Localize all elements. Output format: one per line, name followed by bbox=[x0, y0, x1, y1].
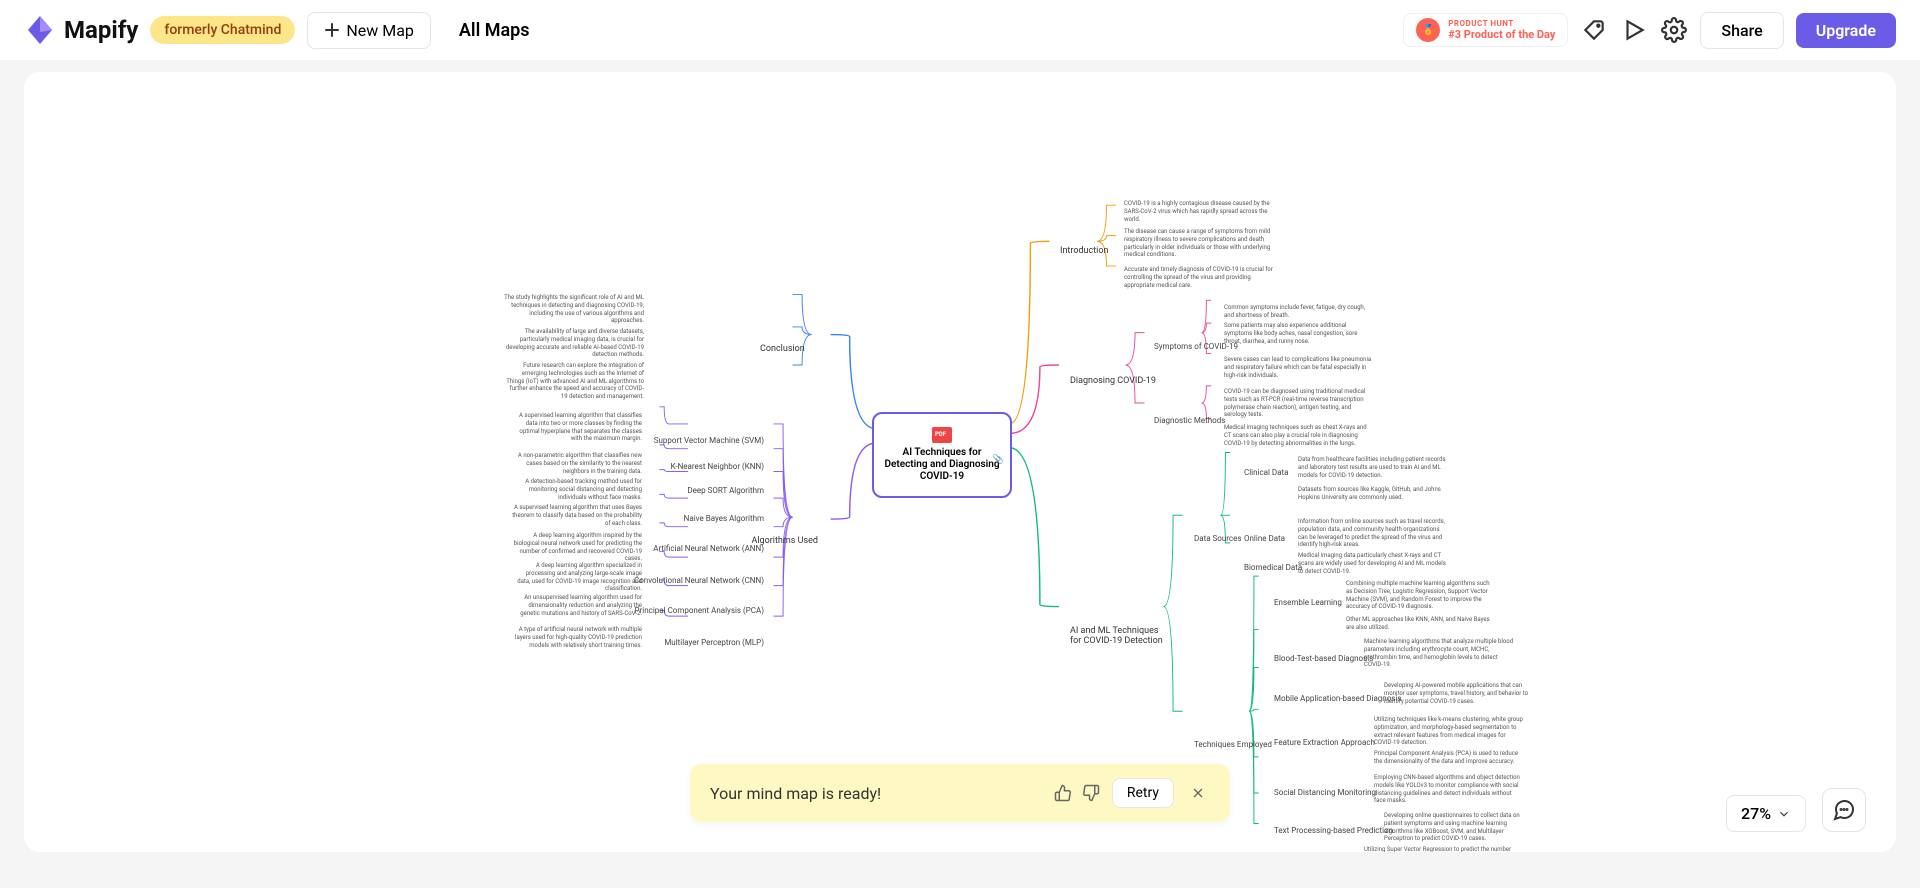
canvas[interactable]: AI Techniques for Detecting and Diagnosi… bbox=[24, 72, 1896, 852]
leaf[interactable]: Combining multiple machine learning algo… bbox=[1346, 580, 1496, 611]
leaf[interactable]: The disease can cause a range of symptom… bbox=[1124, 228, 1274, 259]
leaf[interactable]: A detection-based tracking method used f… bbox=[512, 478, 642, 501]
sub-feature[interactable]: Feature Extraction Approach bbox=[1274, 738, 1375, 747]
branch-conclusion[interactable]: Conclusion bbox=[754, 342, 804, 356]
leaf[interactable]: Employing CNN-based algorithms and objec… bbox=[1374, 774, 1524, 805]
sub-social[interactable]: Social Distancing Monitoring bbox=[1274, 788, 1376, 797]
sub-clinical[interactable]: Clinical Data bbox=[1244, 468, 1289, 477]
sub-cnn[interactable]: Convolutional Neural Network (CNN) bbox=[634, 576, 764, 585]
attachment-icon: 📎 bbox=[993, 455, 1004, 465]
zoom-value: 27% bbox=[1741, 804, 1771, 823]
leaf[interactable]: Datasets from sources like Kaggle, GitHu… bbox=[1298, 486, 1448, 502]
sub-mobile[interactable]: Mobile Application-based Diagnosis bbox=[1274, 694, 1401, 703]
pdf-icon bbox=[932, 427, 952, 443]
branch-introduction[interactable]: Introduction bbox=[1054, 244, 1114, 258]
leaf[interactable]: A deep learning algorithm inspired by th… bbox=[512, 532, 642, 563]
leaf[interactable]: Machine learning algorithms that analyze… bbox=[1364, 638, 1514, 669]
share-button[interactable]: Share bbox=[1700, 12, 1783, 49]
upgrade-button[interactable]: Upgrade bbox=[1796, 13, 1896, 48]
leaf[interactable]: COVID-19 is a highly contagious disease … bbox=[1124, 200, 1274, 223]
leaf[interactable]: A supervised learning algorithm that cla… bbox=[512, 412, 642, 443]
gear-icon[interactable] bbox=[1660, 16, 1688, 44]
sub-svm[interactable]: Support Vector Machine (SVM) bbox=[654, 436, 764, 445]
leaf[interactable]: Common symptoms include fever, fatigue, … bbox=[1224, 304, 1374, 320]
leaf[interactable]: Future research can explore the integrat… bbox=[504, 362, 644, 401]
sub-online[interactable]: Online Data bbox=[1244, 534, 1285, 543]
thumbs-down-icon[interactable] bbox=[1082, 784, 1100, 802]
sub-biomedical[interactable]: Biomedical Data bbox=[1244, 563, 1302, 572]
leaf[interactable]: A type of artificial neural network with… bbox=[512, 626, 642, 649]
center-title: AI Techniques for Detecting and Diagnosi… bbox=[882, 447, 1002, 483]
sub-knn[interactable]: K-Nearest Neighbor (KNN) bbox=[671, 462, 764, 471]
all-maps-button[interactable]: All Maps bbox=[443, 12, 546, 49]
leaf[interactable]: Utilizing Super Vector Regression to pre… bbox=[1364, 846, 1514, 852]
branch-diagnosing[interactable]: Diagnosing COVID-19 bbox=[1064, 374, 1162, 388]
leaf[interactable]: Medical imaging data particularly chest … bbox=[1298, 552, 1448, 575]
leaf[interactable]: Principal Component Analysis (PCA) is us… bbox=[1374, 750, 1524, 766]
chevron-down-icon bbox=[1777, 807, 1791, 821]
leaf[interactable]: Severe cases can lead to complications l… bbox=[1224, 356, 1374, 379]
leaf[interactable]: Information from online sources such as … bbox=[1298, 518, 1448, 549]
center-node[interactable]: AI Techniques for Detecting and Diagnosi… bbox=[872, 412, 1012, 498]
zoom-control[interactable]: 27% bbox=[1726, 795, 1806, 832]
new-map-label: New Map bbox=[346, 21, 414, 40]
tag-icon[interactable] bbox=[1580, 16, 1608, 44]
product-hunt-badge[interactable]: 🏅 PRODUCT HUNT #3 Product of the Day bbox=[1403, 13, 1568, 47]
logo-text: Mapify bbox=[64, 16, 138, 44]
plus-icon bbox=[324, 22, 340, 38]
sub-ann[interactable]: Artificial Neural Network (ANN) bbox=[653, 544, 764, 553]
sub-diagnostic-methods[interactable]: Diagnostic Methods bbox=[1154, 416, 1225, 425]
leaf[interactable]: Some patients may also experience additi… bbox=[1224, 322, 1374, 345]
sub-pca[interactable]: Principal Component Analysis (PCA) bbox=[635, 606, 764, 615]
sub-blood[interactable]: Blood-Test-based Diagnosis bbox=[1274, 654, 1373, 663]
leaf[interactable]: Other ML approaches like KNN, ANN, and N… bbox=[1346, 616, 1496, 632]
mapify-logo-icon bbox=[24, 14, 56, 46]
leaf[interactable]: COVID-19 can be diagnosed using traditio… bbox=[1224, 388, 1374, 419]
leaf[interactable]: The study highlights the significant rol… bbox=[504, 294, 644, 325]
leaf[interactable]: Developing AI-powered mobile application… bbox=[1384, 682, 1534, 705]
thumbs-up-icon[interactable] bbox=[1054, 784, 1072, 802]
leaf[interactable]: An unsupervised learning algorithm used … bbox=[512, 594, 642, 617]
sub-text[interactable]: Text Processing-based Prediction bbox=[1274, 826, 1393, 835]
play-icon[interactable] bbox=[1620, 16, 1648, 44]
sub-ensemble[interactable]: Ensemble Learning bbox=[1274, 598, 1342, 607]
leaf[interactable]: The availability of large and diverse da… bbox=[504, 328, 644, 359]
leaf[interactable]: Accurate and timely diagnosis of COVID-1… bbox=[1124, 266, 1274, 289]
logo[interactable]: Mapify bbox=[24, 14, 138, 46]
sub-techniques[interactable]: Techniques Employed bbox=[1194, 740, 1272, 749]
leaf[interactable]: Developing online questionnaires to coll… bbox=[1384, 812, 1534, 843]
leaf[interactable]: A supervised learning algorithm that use… bbox=[512, 504, 642, 527]
sub-deepsort[interactable]: Deep SORT Algorithm bbox=[687, 486, 764, 495]
sub-nb[interactable]: Naive Bayes Algorithm bbox=[684, 514, 764, 523]
formerly-badge: formerly Chatmind bbox=[150, 16, 295, 44]
toast-text: Your mind map is ready! bbox=[710, 784, 1042, 803]
leaf[interactable]: A non-parametric algorithm that classifi… bbox=[512, 452, 642, 475]
ready-toast: Your mind map is ready! Retry bbox=[690, 764, 1230, 822]
new-map-button[interactable]: New Map bbox=[307, 12, 431, 49]
sub-data-sources[interactable]: Data Sources bbox=[1194, 534, 1241, 543]
leaf[interactable]: Data from healthcare facilities includin… bbox=[1298, 456, 1448, 479]
medal-icon: 🏅 bbox=[1416, 18, 1440, 42]
app-header: Mapify formerly Chatmind New Map All Map… bbox=[0, 0, 1920, 60]
close-icon[interactable] bbox=[1186, 781, 1210, 805]
leaf[interactable]: Medical imaging techniques such as chest… bbox=[1224, 424, 1374, 447]
sub-mlp[interactable]: Multilayer Perceptron (MLP) bbox=[664, 638, 764, 647]
retry-button[interactable]: Retry bbox=[1112, 778, 1174, 808]
branch-ai-ml[interactable]: AI and ML Techniques for COVID-19 Detect… bbox=[1064, 624, 1174, 648]
ph-line1: PRODUCT HUNT bbox=[1448, 19, 1555, 28]
leaf[interactable]: Utilizing techniques like k-means cluste… bbox=[1374, 716, 1524, 747]
ph-line2: #3 Product of the Day bbox=[1448, 28, 1555, 41]
leaf[interactable]: A deep learning algorithm specialized in… bbox=[512, 562, 642, 593]
chat-button[interactable] bbox=[1822, 788, 1866, 832]
